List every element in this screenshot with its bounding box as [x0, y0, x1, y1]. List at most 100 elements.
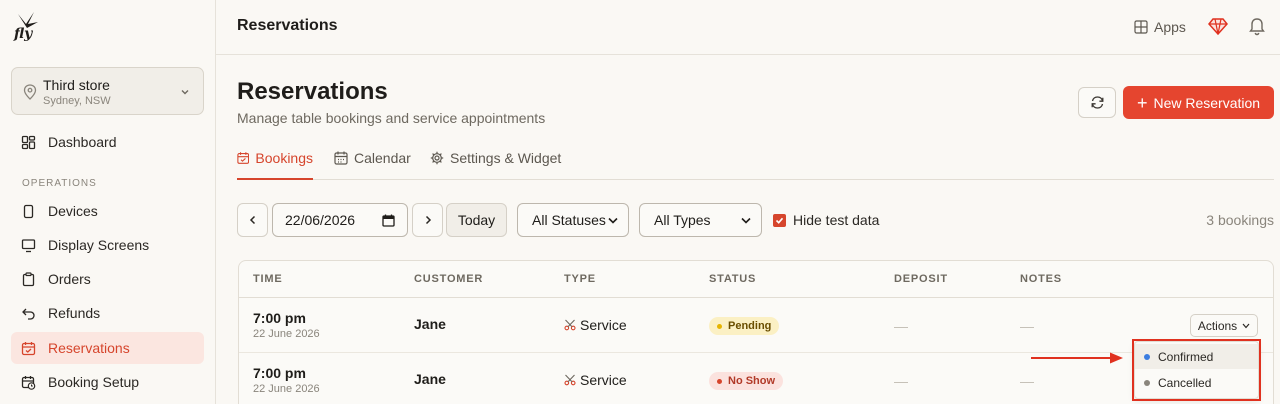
chevron-down-icon	[608, 217, 618, 224]
device-icon	[23, 204, 34, 218]
confirmed-dot	[1144, 353, 1150, 360]
column-header-time: TIME	[253, 273, 283, 285]
row-notes: —	[1020, 318, 1034, 334]
store-location: Sydney, NSW	[43, 95, 111, 107]
menu-item-cancelled[interactable]: Cancelled	[1135, 370, 1258, 395]
calendar-picker-icon[interactable]	[382, 214, 395, 227]
gear-icon	[430, 151, 444, 165]
booking-count: 3 bookings	[1206, 212, 1274, 228]
checkmark-icon	[775, 217, 784, 224]
display-icon	[21, 238, 36, 252]
status-badge-label: No Show	[728, 375, 776, 387]
sidebar-item-refunds[interactable]: Refunds	[11, 297, 204, 329]
status-dot	[717, 378, 722, 384]
chevron-right-icon	[425, 215, 431, 225]
column-header-type: TYPE	[564, 273, 596, 285]
sidebar-item-booking-setup[interactable]: Booking Setup	[11, 366, 204, 398]
row-time: 7:00 pm	[253, 365, 306, 381]
row-customer: Jane	[414, 316, 446, 332]
date-input[interactable]: 22/06/2026	[272, 203, 408, 237]
sidebar-item-display-screens[interactable]: Display Screens	[11, 229, 204, 261]
hide-test-checkbox[interactable]	[773, 213, 786, 227]
apps-button[interactable]: Apps	[1134, 16, 1186, 38]
row-type-label: Service	[580, 372, 627, 388]
sidebar-item-devices[interactable]: Devices	[11, 195, 204, 227]
undo-icon	[22, 308, 35, 320]
row-time: 7:00 pm	[253, 310, 306, 326]
status-badge-label: Pending	[728, 320, 772, 332]
row-deposit: —	[894, 318, 908, 334]
store-selector[interactable]: Third store Sydney, NSW	[11, 67, 204, 115]
bookings-table: TIME CUSTOMER TYPE STATUS DEPOSIT NOTES …	[238, 260, 1274, 404]
sidebar-item-label: Devices	[48, 203, 98, 219]
plus-icon: +	[1136, 92, 1148, 113]
chevron-left-icon	[249, 215, 255, 225]
new-reservation-button[interactable]: + New Reservation	[1123, 86, 1274, 119]
date-value: 22/06/2026	[285, 212, 356, 228]
brand-logo-text: fly	[14, 26, 33, 42]
row-date: 22 June 2026	[253, 383, 320, 395]
status-badge: Pending	[709, 317, 780, 335]
row-notes: —	[1020, 373, 1034, 389]
sidebar-item-reservations[interactable]: Reservations	[11, 332, 204, 364]
calendar-icon	[21, 341, 36, 355]
chevron-down-icon	[741, 217, 751, 224]
top-bar: Reservations Apps	[216, 0, 1280, 55]
hide-test-label: Hide test data	[793, 212, 880, 228]
store-name: Third store	[43, 77, 110, 93]
row-actions-button[interactable]: Actions	[1190, 314, 1258, 337]
menu-item-label: Confirmed	[1158, 349, 1214, 364]
topbar-title: Reservations	[237, 17, 338, 34]
today-button[interactable]: Today	[446, 203, 507, 237]
sidebar-item-label: Dashboard	[48, 134, 117, 150]
column-header-status: STATUS	[709, 273, 757, 285]
row-type-label: Service	[580, 317, 627, 333]
page-title: Reservations	[237, 78, 388, 105]
status-badge: No Show	[709, 372, 784, 390]
refresh-icon	[1091, 96, 1103, 109]
row-type: Service	[564, 372, 627, 388]
prev-day-button[interactable]	[237, 203, 268, 237]
table-row[interactable]: 7:00 pm 22 June 2026 Jane Service Pendin…	[239, 298, 1273, 353]
tab-bar: Bookings Calendar Settings & Widget	[237, 148, 1274, 180]
bell-icon[interactable]	[1248, 16, 1266, 36]
sidebar-item-dashboard[interactable]: Dashboard	[11, 126, 204, 158]
location-pin-icon	[23, 84, 37, 100]
sidebar-item-label: Display Screens	[48, 237, 150, 253]
column-header-notes: NOTES	[1020, 273, 1062, 285]
tab-label: Calendar	[354, 150, 411, 166]
tab-settings-widget[interactable]: Settings & Widget	[430, 148, 561, 180]
tab-bookings[interactable]: Bookings	[237, 148, 313, 180]
hide-test-data-toggle[interactable]: Hide test data	[773, 212, 879, 228]
refresh-button[interactable]	[1078, 87, 1116, 118]
type-filter-select[interactable]: All Types	[639, 203, 762, 237]
status-dot	[717, 323, 722, 329]
new-reservation-label: New Reservation	[1153, 94, 1261, 111]
annotation-arrow-icon	[1031, 352, 1123, 364]
calendar-icon	[334, 151, 348, 165]
next-day-button[interactable]	[412, 203, 443, 237]
chevron-down-icon	[1242, 323, 1250, 328]
gem-icon[interactable]	[1208, 16, 1228, 36]
sidebar-section-label: OPERATIONS	[22, 178, 97, 189]
status-dropdown-menu: Confirmed Cancelled	[1134, 341, 1259, 399]
sidebar-item-orders[interactable]: Orders	[11, 263, 204, 295]
page-subtitle: Manage table bookings and service appoin…	[237, 110, 546, 126]
sidebar-item-label: Refunds	[48, 305, 101, 321]
sidebar-item-label: Reservations	[48, 340, 130, 356]
grid-icon	[21, 135, 36, 149]
row-date: 22 June 2026	[253, 328, 320, 340]
clipboard-icon	[22, 271, 35, 286]
sidebar-item-label: Orders	[48, 271, 91, 287]
scissors-icon	[564, 374, 576, 386]
row-customer: Jane	[414, 371, 446, 387]
tab-calendar[interactable]: Calendar	[334, 148, 411, 180]
cancelled-dot	[1144, 379, 1150, 386]
type-filter-value: All Types	[654, 212, 711, 228]
menu-item-confirmed[interactable]: Confirmed	[1135, 344, 1258, 369]
tab-label: Bookings	[255, 150, 313, 166]
apps-grid-icon	[1134, 20, 1148, 34]
menu-item-label: Cancelled	[1158, 375, 1212, 390]
apps-label: Apps	[1154, 19, 1186, 35]
status-filter-select[interactable]: All Statuses	[517, 203, 629, 237]
